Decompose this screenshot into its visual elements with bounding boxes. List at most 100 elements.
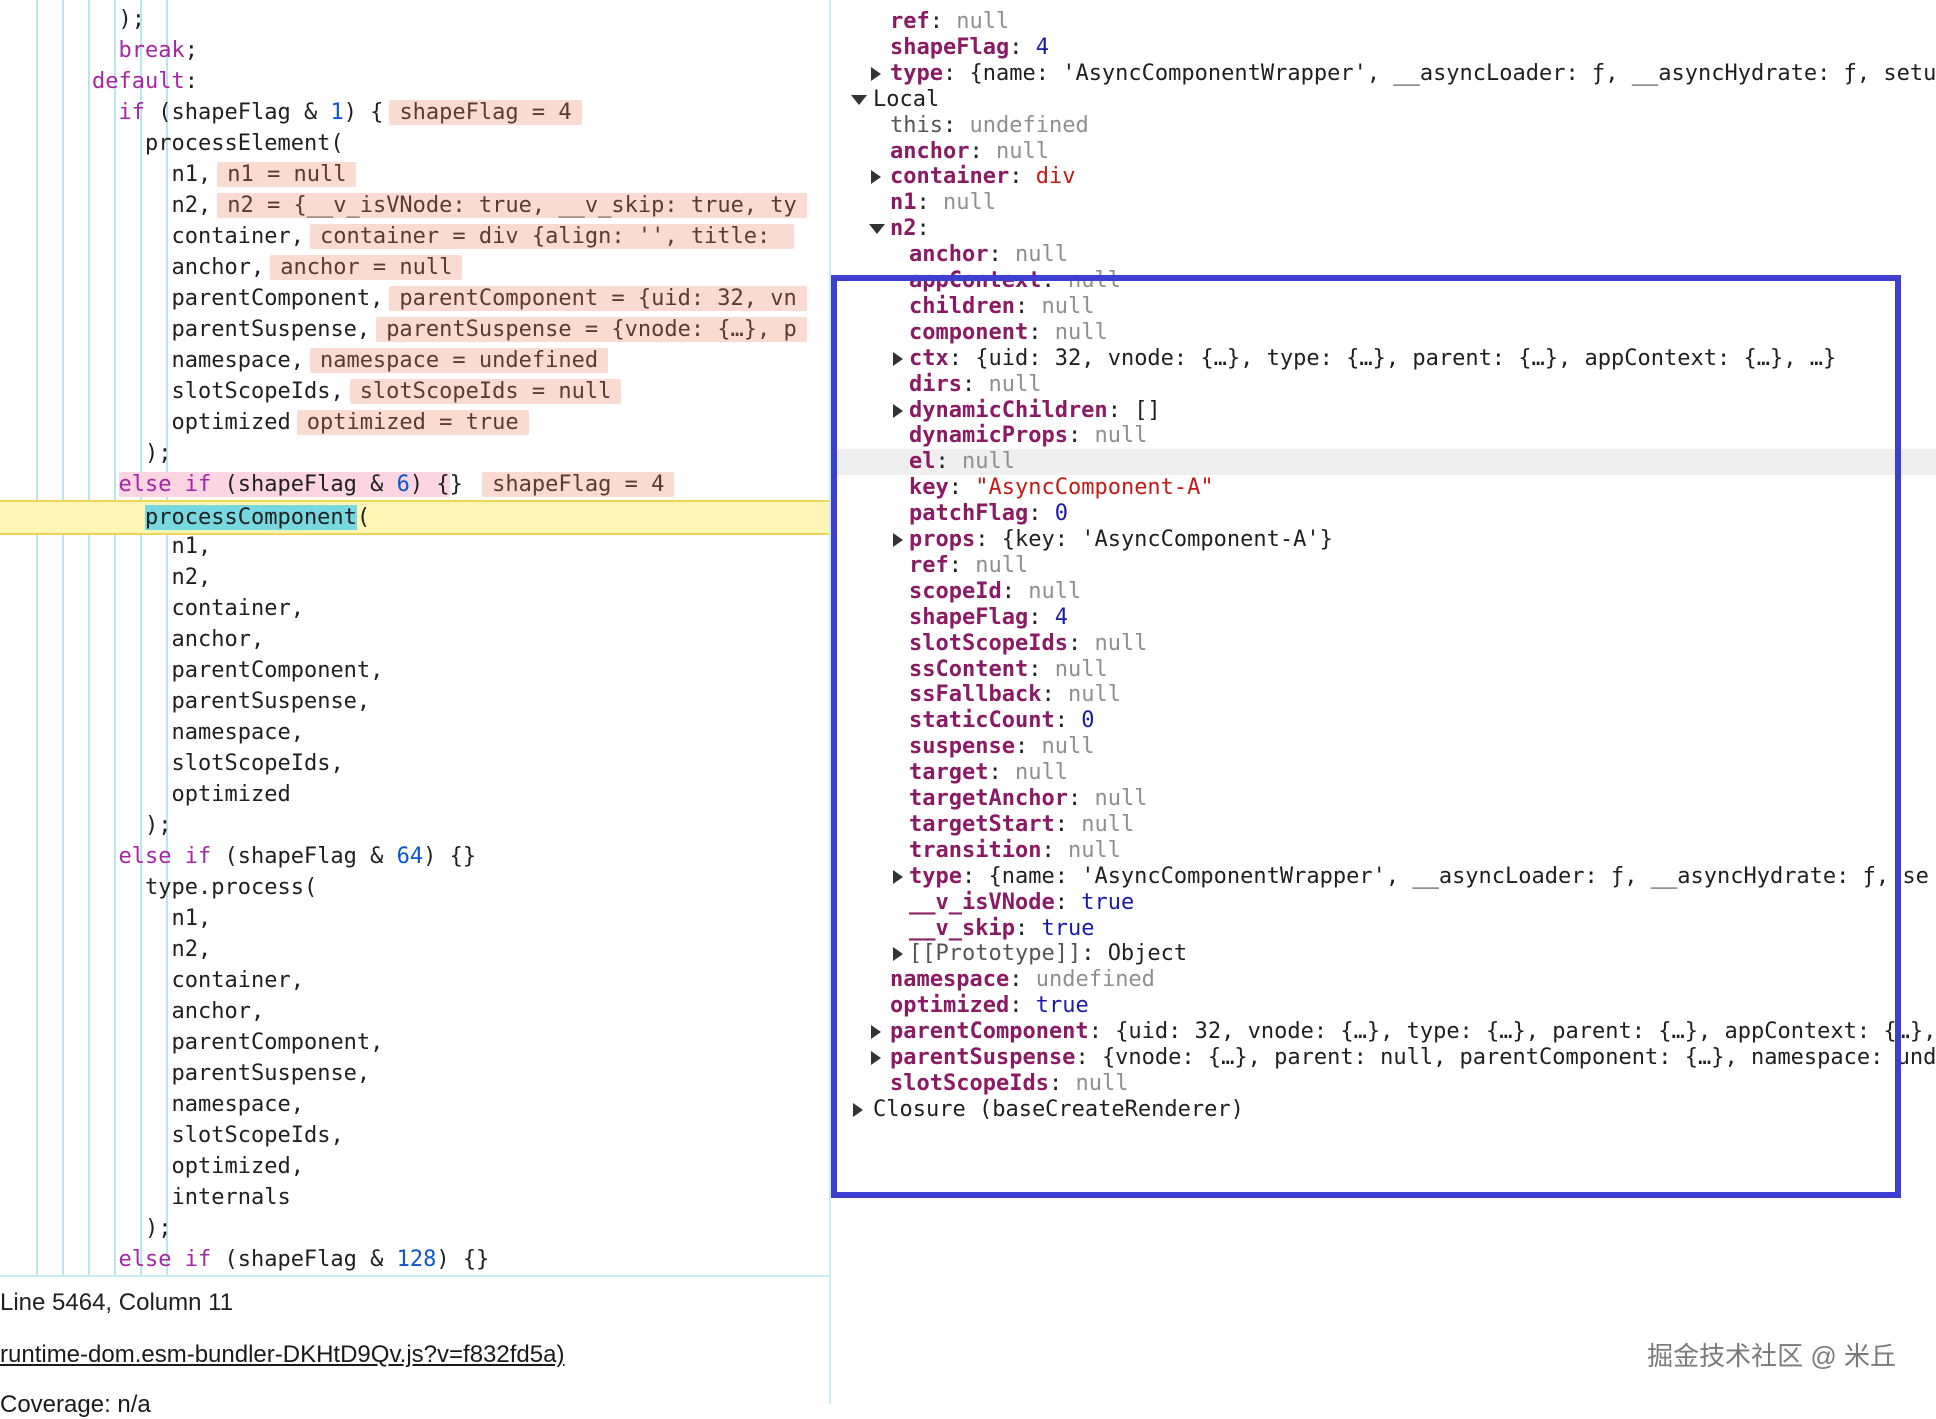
- colon: :: [1009, 164, 1036, 190]
- property-key: n2: [890, 216, 917, 242]
- code-line[interactable]: parentComponent,: [0, 1027, 829, 1058]
- code-line[interactable]: else if (shapeFlag & 6) {} shapeFlag = 4: [0, 469, 829, 500]
- code-line[interactable]: parentSuspense, parentSuspense = {vnode: …: [0, 314, 829, 345]
- code-line[interactable]: else if (shapeFlag & 128) {}: [0, 1244, 829, 1275]
- expanded-triangle-icon[interactable]: [851, 94, 867, 105]
- condition-highlight: else if (shapeFlag & 64) {: [119, 844, 463, 869]
- code-text: anchor,: [171, 627, 265, 652]
- code-line[interactable]: );: [0, 1213, 829, 1244]
- code-line[interactable]: parentSuspense,: [0, 1058, 829, 1089]
- code-text: type.process(: [145, 875, 318, 900]
- code-text: slotScopeIds,: [171, 1123, 344, 1148]
- scope-property-n1[interactable]: n1: null: [831, 190, 1936, 216]
- code-line[interactable]: container,: [0, 593, 829, 624]
- code-line[interactable]: n1, n1 = null: [0, 159, 829, 190]
- scope-property-shapeflag[interactable]: shapeFlag: 4: [831, 35, 1936, 61]
- source-file-link[interactable]: runtime-dom.esm-bundler-DKHtD9Qv.js?v=f8…: [0, 1341, 564, 1369]
- scope-property-type[interactable]: type: {name: 'AsyncComponentWrapper', __…: [831, 61, 1936, 87]
- number-literal: 6: [396, 472, 410, 497]
- code-text: optimized: [171, 782, 291, 807]
- number-literal: 64: [396, 844, 424, 869]
- inline-value-badge: slotScopeIds = null: [349, 379, 622, 404]
- scope-section-local[interactable]: Local: [831, 87, 1936, 113]
- collapsed-triangle-icon[interactable]: [871, 66, 881, 81]
- code-line[interactable]: if (shapeFlag & 1) {shapeFlag = 4: [0, 97, 829, 128]
- code-text: );: [145, 813, 172, 838]
- code-line[interactable]: slotScopeIds,: [0, 1120, 829, 1151]
- code-text: n1,: [171, 906, 212, 931]
- property-value: null: [1014, 242, 1068, 268]
- code-line[interactable]: default:: [0, 66, 829, 97]
- inline-value-badge: optimized = true: [296, 410, 529, 435]
- collapsed-triangle-icon[interactable]: [871, 170, 881, 185]
- code-line[interactable]: n2, n2 = {__v_isVNode: true, __v_skip: tr…: [0, 190, 829, 221]
- code-line[interactable]: else if (shapeFlag & 64) {}: [0, 841, 829, 872]
- code-line[interactable]: n2,: [0, 934, 829, 965]
- code-line[interactable]: parentSuspense,: [0, 686, 829, 717]
- inline-value-badge: parentComponent = {uid: 32, vn: [389, 286, 807, 311]
- code-text: anchor,: [171, 999, 265, 1024]
- keyword: if: [118, 100, 146, 125]
- code-line[interactable]: container, container = div {align: '', ti…: [0, 221, 829, 252]
- code-text: anchor,: [171, 255, 265, 280]
- scope-property-ref[interactable]: ref: null: [831, 9, 1936, 35]
- code-line[interactable]: anchor, anchor = null: [0, 252, 829, 283]
- inline-value-badge: n2 = {__v_isVNode: true, __v_skip: true,…: [217, 193, 807, 218]
- code-line[interactable]: optimized: [0, 779, 829, 810]
- code-line[interactable]: slotScopeIds,: [0, 748, 829, 779]
- code-line[interactable]: slotScopeIds, slotScopeIds = null: [0, 376, 829, 407]
- property-key: n1: [890, 190, 917, 216]
- code-editor[interactable]: ); break; default: if (shapeFlag & 1) {shap…: [0, 0, 829, 1275]
- scope-property-anchor[interactable]: anchor: null: [831, 242, 1936, 268]
- code-line[interactable]: );: [0, 4, 829, 35]
- scope-property-container[interactable]: container: div: [831, 164, 1936, 190]
- code-text: slotScopeIds,: [171, 379, 344, 404]
- property-key: shapeFlag: [890, 34, 1010, 60]
- code-line[interactable]: namespace, namespace = undefined: [0, 345, 829, 376]
- condition-highlight: else if (shapeFlag & 128) {: [119, 1247, 477, 1272]
- property-key: ref: [890, 9, 930, 34]
- keyword: default: [92, 69, 185, 94]
- expanded-triangle-icon[interactable]: [869, 224, 885, 235]
- code-line[interactable]: anchor,: [0, 624, 829, 655]
- condition-highlight: else if (shapeFlag & 6) {: [118, 472, 450, 497]
- code-text: optimized,: [171, 1154, 304, 1179]
- cursor-position: Line 5464, Column 11: [0, 1289, 234, 1316]
- code-line[interactable]: n1,: [0, 903, 829, 934]
- code-line[interactable]: internals: [0, 1182, 829, 1213]
- code-text: namespace,: [171, 1092, 304, 1117]
- code-text: (shapeFlag &: [211, 844, 397, 869]
- scope-property-this[interactable]: this: undefined: [831, 113, 1936, 139]
- scope-property-anchor[interactable]: anchor: null: [831, 139, 1936, 165]
- code-line[interactable]: container,: [0, 965, 829, 996]
- code-text: (shapeFlag &: [145, 100, 331, 125]
- inline-value-badge: parentSuspense = {vnode: {…}, p: [376, 317, 807, 342]
- code-text: ) {: [343, 100, 384, 125]
- scope-property-n2[interactable]: n2:: [831, 216, 1936, 242]
- current-execution-line[interactable]: processComponent(: [0, 500, 829, 535]
- code-line[interactable]: );: [0, 438, 829, 469]
- code-line[interactable]: processElement(: [0, 128, 829, 159]
- code-line[interactable]: type.process(: [0, 872, 829, 903]
- code-line[interactable]: optimized optimized = true: [0, 407, 829, 438]
- code-line[interactable]: parentComponent,: [0, 655, 829, 686]
- code-text: container,: [171, 596, 304, 621]
- code-line[interactable]: n2,: [0, 562, 829, 593]
- code-line[interactable]: optimized,: [0, 1151, 829, 1182]
- code-line[interactable]: namespace,: [0, 1089, 829, 1120]
- colon: :: [916, 216, 943, 242]
- n2-highlight-box: [831, 275, 1901, 1198]
- property-key: container: [890, 164, 1010, 190]
- code-line[interactable]: );: [0, 810, 829, 841]
- code-text: n2,: [171, 193, 212, 218]
- code-line[interactable]: break;: [0, 35, 829, 66]
- code-line[interactable]: namespace,: [0, 717, 829, 748]
- code-line[interactable]: anchor,: [0, 996, 829, 1027]
- code-line[interactable]: n1,: [0, 531, 829, 562]
- code-text: (: [356, 505, 371, 530]
- code-line[interactable]: parentComponent, parentComponent = {uid: …: [0, 283, 829, 314]
- code-text: namespace,: [171, 720, 304, 745]
- code-text: (shapeFlag &: [211, 472, 397, 497]
- section-title: Local: [873, 86, 940, 112]
- code-text: n2,: [171, 937, 212, 962]
